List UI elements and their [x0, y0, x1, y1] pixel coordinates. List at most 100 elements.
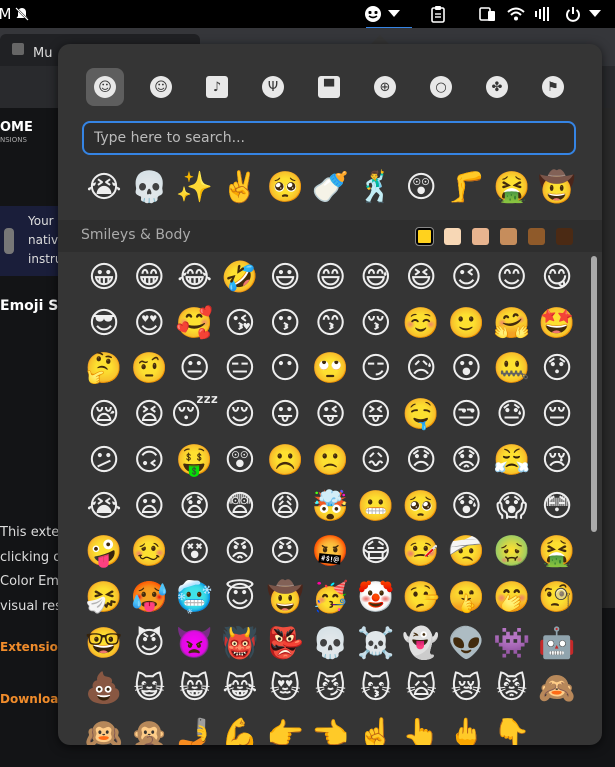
emoji-cell[interactable]: 😱: [490, 485, 534, 529]
emoji-cell[interactable]: 😸: [173, 667, 217, 711]
emoji-cell[interactable]: 🤮: [535, 530, 578, 574]
download-link[interactable]: Download: [0, 692, 67, 706]
emoji-cell[interactable]: 😑: [218, 347, 262, 391]
emoji-cell[interactable]: 💀: [309, 622, 353, 666]
emoji-cell[interactable]: 😔: [535, 393, 578, 437]
emoji-cell[interactable]: 😬: [354, 485, 398, 529]
wifi-icon[interactable]: [506, 4, 526, 24]
system-dropdown-icon[interactable]: [585, 4, 605, 24]
emoji-cell[interactable]: 😿: [444, 667, 488, 711]
emoji-cell[interactable]: 👆: [399, 713, 443, 746]
emoji-cell[interactable]: 🤔: [82, 347, 126, 391]
emoji-cell[interactable]: 😡: [218, 530, 262, 574]
emoji-cell[interactable]: 😐: [173, 347, 217, 391]
emoji-cell[interactable]: 😨: [218, 485, 262, 529]
emoji-cell[interactable]: 🧐: [535, 576, 578, 620]
emoji-cell[interactable]: 💩: [82, 667, 126, 711]
emoji-cell[interactable]: 😜: [309, 393, 353, 437]
emoji-cell[interactable]: 👈: [309, 713, 353, 746]
emoji-cell[interactable]: 😙: [309, 302, 353, 346]
emoji-cell[interactable]: 😺: [127, 667, 171, 711]
emoji-cell[interactable]: 😄: [309, 256, 353, 300]
emoji-cell[interactable]: ☝️: [354, 713, 398, 746]
emoji-cell[interactable]: 😰: [444, 485, 488, 529]
emoji-cell[interactable]: 😂: [173, 256, 217, 300]
emoji-cell[interactable]: 😮: [444, 347, 488, 391]
skin-tone-swatch[interactable]: [528, 228, 545, 245]
emoji-cell[interactable]: 🙈: [535, 667, 578, 711]
emoji-cell[interactable]: 😭: [82, 485, 126, 529]
emoji-cell[interactable]: 🥶: [173, 576, 217, 620]
emoji-cell[interactable]: 😩: [263, 485, 307, 529]
emoji-cell[interactable]: ☹️: [263, 439, 307, 483]
emoji-cell[interactable]: 🤣: [218, 256, 262, 300]
emoji-cell[interactable]: 😢: [535, 439, 578, 483]
emoji-cell[interactable]: 🙀: [399, 667, 443, 711]
emoji-cell[interactable]: 😉: [444, 256, 488, 300]
emoji-cell[interactable]: 😎: [82, 302, 126, 346]
emoji-cell[interactable]: 🥵: [127, 576, 171, 620]
recent-emoji[interactable]: ✌️: [218, 166, 262, 210]
emoji-cell[interactable]: 😆: [399, 256, 443, 300]
emoji-cell[interactable]: 😥: [399, 347, 443, 391]
emoji-cell[interactable]: 😽: [354, 667, 398, 711]
emoji-cell[interactable]: 🤩: [535, 302, 578, 346]
emoji-cell[interactable]: 😕: [82, 439, 126, 483]
emoji-cell[interactable]: 🤭: [490, 576, 534, 620]
emoji-cell[interactable]: 😛: [263, 393, 307, 437]
emoji-cell[interactable]: 🤬: [309, 530, 353, 574]
recent-emoji[interactable]: 🦵: [444, 166, 488, 210]
emoji-cell[interactable]: 😋: [535, 256, 578, 300]
emoji-cell[interactable]: 😞: [399, 439, 443, 483]
emoji-cell[interactable]: 🤑: [173, 439, 217, 483]
emoji-cell[interactable]: 😳: [535, 485, 578, 529]
category-tab-objects[interactable]: ○: [422, 68, 460, 106]
emoji-cell[interactable]: 😖: [354, 439, 398, 483]
emoji-grid-scrollbar[interactable]: [591, 256, 597, 532]
recent-emoji[interactable]: 🥺: [263, 166, 307, 210]
emoji-cell[interactable]: 😹: [218, 667, 262, 711]
recent-emoji[interactable]: ✨: [173, 166, 217, 210]
emoji-cell[interactable]: 😟: [444, 439, 488, 483]
recent-emoji[interactable]: 🤠: [535, 166, 579, 210]
skin-tone-swatch[interactable]: [415, 227, 434, 246]
emoji-cell[interactable]: 🙃: [127, 439, 171, 483]
emoji-cell[interactable]: 😗: [263, 302, 307, 346]
emoji-cell[interactable]: 💪: [218, 713, 262, 746]
emoji-cell[interactable]: 👽: [444, 622, 488, 666]
emoji-cell[interactable]: 🤢: [490, 530, 534, 574]
emoji-cell[interactable]: 🥰: [173, 302, 217, 346]
emoji-cell[interactable]: 🤤: [399, 393, 443, 437]
category-tab-food[interactable]: Ψ: [254, 68, 292, 106]
emoji-cell[interactable]: 😇: [218, 576, 262, 620]
emoji-cell[interactable]: 😧: [173, 485, 217, 529]
emoji-cell[interactable]: 😫: [127, 393, 171, 437]
recent-emoji[interactable]: 🍼: [309, 166, 353, 210]
emoji-cell[interactable]: 😃: [263, 256, 307, 300]
emoji-cell[interactable]: 😓: [490, 393, 534, 437]
recent-emoji[interactable]: 🕺: [354, 166, 398, 210]
recent-emoji[interactable]: 💀: [127, 166, 171, 210]
emoji-cell[interactable]: 👿: [173, 622, 217, 666]
emoji-menu-dropdown-icon[interactable]: [384, 4, 404, 24]
page-scrollbar[interactable]: [601, 108, 615, 608]
category-tab-flags[interactable]: ⚑: [534, 68, 572, 106]
emoji-cell[interactable]: 😯: [535, 347, 578, 391]
emoji-cell[interactable]: 🤒: [399, 530, 443, 574]
emoji-cell[interactable]: 😌: [218, 393, 262, 437]
emoji-cell[interactable]: 🙂: [444, 302, 488, 346]
emoji-cell[interactable]: 🥳: [309, 576, 353, 620]
category-tab-smileys[interactable]: ☺: [86, 68, 124, 106]
activities-label[interactable]: M: [0, 4, 11, 24]
emoji-cell[interactable]: 😼: [309, 667, 353, 711]
skin-tone-swatch[interactable]: [500, 228, 517, 245]
emoji-cell[interactable]: 🤨: [127, 347, 171, 391]
emoji-cell[interactable]: 🙄: [309, 347, 353, 391]
emoji-cell[interactable]: 🤗: [490, 302, 534, 346]
emoji-cell[interactable]: 🤯: [309, 485, 353, 529]
search-input[interactable]: [94, 123, 574, 153]
emoji-cell[interactable]: 😏: [354, 347, 398, 391]
emoji-cell[interactable]: 😚: [354, 302, 398, 346]
site-logo[interactable]: OME NSIONS: [0, 118, 60, 150]
skin-tone-swatch[interactable]: [444, 228, 461, 245]
